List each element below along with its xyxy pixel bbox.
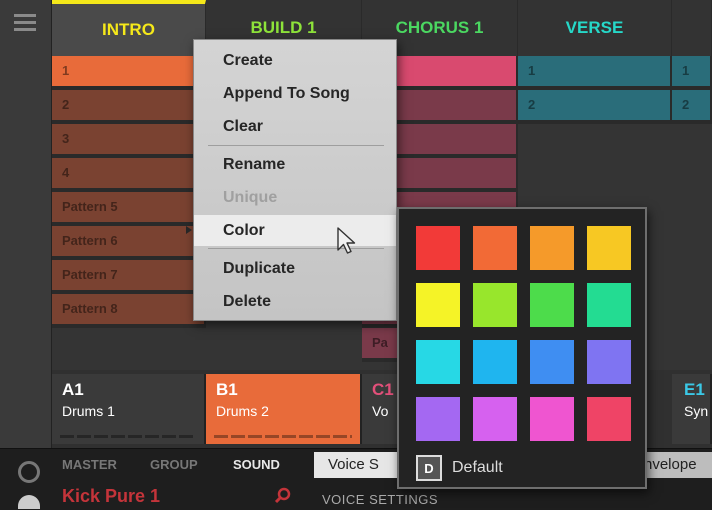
sound-name[interactable]: Kick Pure 1 (62, 486, 160, 507)
scene-next[interactable] (672, 0, 712, 56)
pattern-cell[interactable]: 2 (518, 90, 672, 124)
settings-knob-icon[interactable] (18, 461, 40, 483)
group-desc: Syn (684, 403, 709, 419)
left-strip (0, 0, 52, 448)
default-color-option[interactable]: D Default (416, 455, 503, 481)
menu-icon[interactable] (14, 14, 36, 34)
color-swatch[interactable] (416, 226, 460, 270)
menu-item-clear[interactable]: Clear (194, 111, 396, 142)
tab-group[interactable]: GROUP (150, 457, 198, 472)
color-swatch[interactable] (587, 340, 631, 384)
group-e1[interactable]: E1 Syn (672, 374, 712, 444)
group-desc: Drums 1 (62, 403, 115, 419)
color-swatch[interactable] (530, 226, 574, 270)
voice-settings-label: VOICE SETTINGS (322, 492, 439, 507)
group-name: A1 (62, 380, 84, 399)
search-icon[interactable] (274, 487, 292, 505)
pattern-cell[interactable]: 2 (672, 90, 712, 124)
color-swatch[interactable] (473, 397, 517, 441)
submenu-arrow-icon (186, 226, 192, 234)
scene-intro[interactable]: INTRO (52, 0, 206, 56)
plugin-icon[interactable] (18, 495, 40, 509)
menu-item-create[interactable]: Create (194, 45, 396, 76)
mouse-cursor-icon (337, 227, 356, 254)
pattern-cell[interactable]: 4 (52, 158, 206, 192)
color-swatch[interactable] (416, 283, 460, 327)
color-swatch[interactable] (530, 397, 574, 441)
pattern-cell[interactable]: Pattern 5 (52, 192, 206, 226)
menu-item-delete[interactable]: Delete (194, 286, 396, 317)
group-name: E1 (684, 380, 705, 399)
color-swatch[interactable] (473, 340, 517, 384)
pattern-cell[interactable]: 3 (52, 124, 206, 158)
pattern-column-e: 1 2 (672, 56, 712, 124)
tab-master[interactable]: MASTER (62, 457, 117, 472)
color-swatch[interactable] (587, 283, 631, 327)
pattern-column-a: 1 2 3 4 Pattern 5 Pattern 6 Pattern 7 Pa… (52, 56, 206, 328)
envelope-tab[interactable]: nvelope (640, 452, 712, 478)
group-level-bar (60, 435, 196, 438)
color-swatch[interactable] (530, 340, 574, 384)
pattern-cell[interactable]: Pattern 7 (52, 260, 206, 294)
menu-item-color[interactable]: Color (194, 215, 396, 246)
pattern-cell[interactable]: Pattern 8 (52, 294, 206, 328)
color-swatch[interactable] (473, 283, 517, 327)
pattern-cell[interactable]: 1 (672, 56, 712, 90)
color-swatch[interactable] (587, 226, 631, 270)
pattern-cell[interactable]: Pattern 6 (52, 226, 206, 260)
color-swatch[interactable] (416, 340, 460, 384)
group-name: B1 (216, 380, 238, 399)
default-badge: D (416, 455, 442, 481)
tab-sound[interactable]: SOUND (233, 457, 280, 472)
group-b1[interactable]: B1 Drums 2 (206, 374, 362, 444)
pattern-cell[interactable]: 1 (52, 56, 206, 90)
menu-item-duplicate[interactable]: Duplicate (194, 253, 396, 284)
scene-verse[interactable]: VERSE (518, 0, 672, 56)
menu-item-append-to-song[interactable]: Append To Song (194, 78, 396, 109)
menu-item-rename[interactable]: Rename (194, 149, 396, 180)
color-palette: D Default (397, 207, 647, 489)
group-desc: Drums 2 (216, 403, 269, 419)
group-a1[interactable]: A1 Drums 1 (52, 374, 206, 444)
pattern-cell[interactable]: 2 (52, 90, 206, 124)
group-level-bar (214, 435, 352, 438)
color-swatch[interactable] (416, 397, 460, 441)
pattern-cell[interactable]: 1 (518, 56, 672, 90)
color-swatch[interactable] (530, 283, 574, 327)
default-label: Default (452, 459, 503, 476)
menu-separator (208, 145, 384, 146)
menu-item-unique: Unique (223, 189, 278, 206)
color-swatch[interactable] (473, 226, 517, 270)
context-menu: Create Append To Song Clear Rename Uniqu… (193, 39, 397, 321)
pattern-column-d: 1 2 (518, 56, 672, 124)
color-swatch[interactable] (587, 397, 631, 441)
